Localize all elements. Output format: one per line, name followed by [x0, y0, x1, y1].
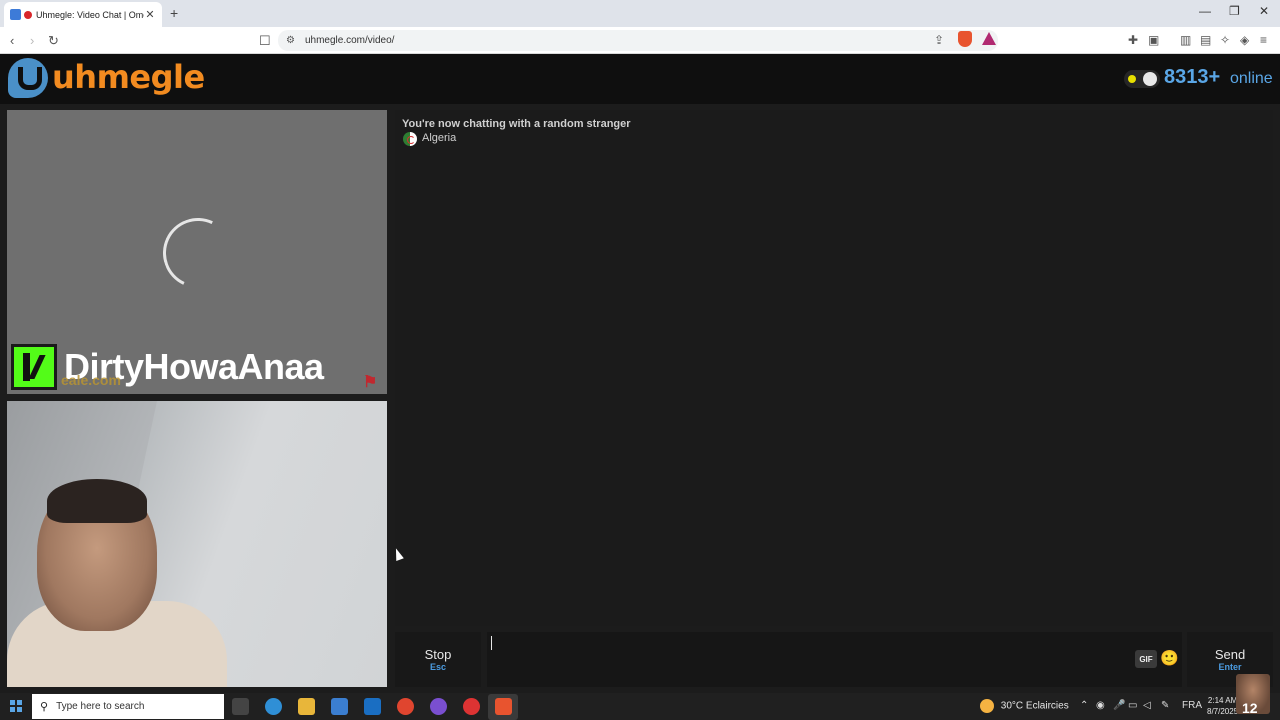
stranger-video: DirtyHowaAnaa eale.com ⚑	[7, 110, 387, 394]
taskbar-search-box[interactable]: ⚲ Type here to search	[32, 694, 224, 719]
tray-app-icon[interactable]: ◉	[1096, 700, 1105, 711]
file-explorer-icon[interactable]	[298, 698, 315, 715]
back-icon[interactable]: ‹	[10, 33, 14, 48]
new-tab-button[interactable]: +	[170, 5, 178, 21]
bookmark-icon[interactable]: ☐	[259, 33, 271, 49]
browser-tab-bar: Uhmegle: Video Chat | Omeg ✕ + — ❐ ✕	[0, 0, 1280, 27]
stranger-country: Algeria	[422, 132, 457, 144]
menu-icon[interactable]: ≡	[1260, 33, 1267, 47]
video-person-hair	[47, 479, 147, 523]
browser-toolbar: ‹ › ↻ ☐ ⚙ uhmegle.com/video/ ⇪ ✚ ▣ ▥ ▤ ✧…	[0, 27, 1280, 54]
microphone-icon[interactable]: 🎤	[1113, 700, 1125, 711]
chat-app-icon[interactable]	[430, 698, 447, 715]
windows-start-icon[interactable]	[10, 700, 22, 712]
message-input[interactable]: GIF 🙂	[487, 632, 1182, 687]
taskbar-search-placeholder: Type here to search	[56, 701, 145, 712]
weather-widget[interactable]: 30°C Eclaircies	[980, 699, 1069, 713]
weather-icon	[980, 699, 994, 713]
obs-record-icon[interactable]	[463, 698, 480, 715]
tab-title: Uhmegle: Video Chat | Omeg	[36, 9, 144, 20]
leo-ai-icon[interactable]: ✧	[1220, 33, 1230, 47]
language-indicator[interactable]: FRA	[1182, 700, 1202, 711]
site-info-icon[interactable]: ⚙	[286, 35, 295, 46]
recording-indicator-icon	[24, 10, 32, 19]
kick-logo-icon	[11, 344, 57, 390]
vpn-icon[interactable]: ◈	[1240, 33, 1249, 47]
uhmegle-logo-icon[interactable]	[8, 58, 48, 98]
sidebar-icon[interactable]: ▥	[1180, 33, 1191, 47]
task-view-icon[interactable]	[232, 698, 249, 715]
url-text: uhmegle.com/video/	[304, 35, 395, 46]
chrome-icon[interactable]	[397, 698, 414, 715]
brave-rewards-icon[interactable]	[982, 32, 996, 45]
stop-button[interactable]: Stop Esc	[395, 632, 481, 687]
reload-icon[interactable]: ↻	[48, 33, 59, 49]
gif-button[interactable]: GIF	[1135, 650, 1157, 668]
tab-close-icon[interactable]: ✕	[144, 8, 156, 21]
search-icon: ⚲	[40, 701, 49, 713]
restore-button[interactable]: ❐	[1229, 4, 1240, 18]
tray-overflow-icon[interactable]: ⌃	[1080, 700, 1088, 711]
weather-desc: Eclaircies	[1025, 700, 1069, 712]
stop-button-label: Stop	[424, 647, 452, 662]
theme-toggle[interactable]	[1124, 70, 1160, 88]
online-label: online	[1230, 70, 1273, 87]
taskbar-clock[interactable]: 2:14 AM 8/7/2025	[1207, 695, 1238, 717]
toggle-knob	[1143, 72, 1157, 86]
streamer-url-overlay: eale.com	[61, 372, 121, 388]
wallet-icon[interactable]: ▣	[1148, 33, 1159, 47]
extensions-icon[interactable]: ✚	[1128, 33, 1138, 47]
wallet-button-icon[interactable]: ▤	[1200, 33, 1211, 47]
stop-shortcut-hint: Esc	[429, 662, 446, 672]
close-window-button[interactable]: ✕	[1259, 4, 1269, 18]
pen-icon[interactable]: ✎	[1161, 700, 1169, 711]
share-icon[interactable]: ⇪	[934, 33, 944, 47]
site-header: uhmegle 8313+ online	[0, 54, 1280, 104]
minimize-button[interactable]: —	[1199, 4, 1211, 18]
loading-spinner-icon	[153, 208, 243, 298]
self-video	[7, 401, 387, 687]
site-favicon-icon	[10, 9, 21, 20]
send-button-label: Send	[1214, 647, 1246, 662]
report-flag-icon[interactable]: ⚑	[363, 372, 377, 392]
brave-shields-icon[interactable]	[958, 31, 972, 47]
network-icon[interactable]: ▭	[1128, 700, 1137, 711]
brave-taskbar-icon[interactable]	[495, 698, 512, 715]
windows-taskbar: ⚲ Type here to search 30°C Eclaircies ⌃ …	[0, 693, 1280, 720]
site-logo-text[interactable]: uhmegle	[52, 58, 205, 96]
notification-count[interactable]: 12	[1242, 700, 1258, 716]
send-shortcut-hint: Enter	[1218, 662, 1242, 672]
store-icon[interactable]	[331, 698, 348, 715]
clock-time: 2:14 AM	[1207, 696, 1238, 705]
chat-log: You're now chatting with a random strang…	[395, 110, 1273, 626]
clock-date: 8/7/2025	[1207, 707, 1239, 716]
address-bar[interactable]: ⚙ uhmegle.com/video/	[278, 30, 998, 51]
algeria-flag-icon	[403, 132, 417, 146]
chat-status-message: You're now chatting with a random strang…	[402, 118, 631, 130]
volume-icon[interactable]: ◁	[1143, 700, 1151, 711]
toggle-indicator-icon	[1128, 75, 1136, 83]
online-count: 8313+	[1164, 66, 1221, 88]
browser-tab[interactable]: Uhmegle: Video Chat | Omeg ✕	[4, 2, 162, 27]
weather-temp: 30°C	[1000, 700, 1024, 712]
outlook-icon[interactable]	[364, 698, 381, 715]
edge-icon[interactable]	[265, 698, 282, 715]
forward-icon[interactable]: ›	[30, 33, 34, 48]
emoji-button[interactable]: 🙂	[1160, 649, 1179, 667]
text-caret	[491, 636, 492, 650]
